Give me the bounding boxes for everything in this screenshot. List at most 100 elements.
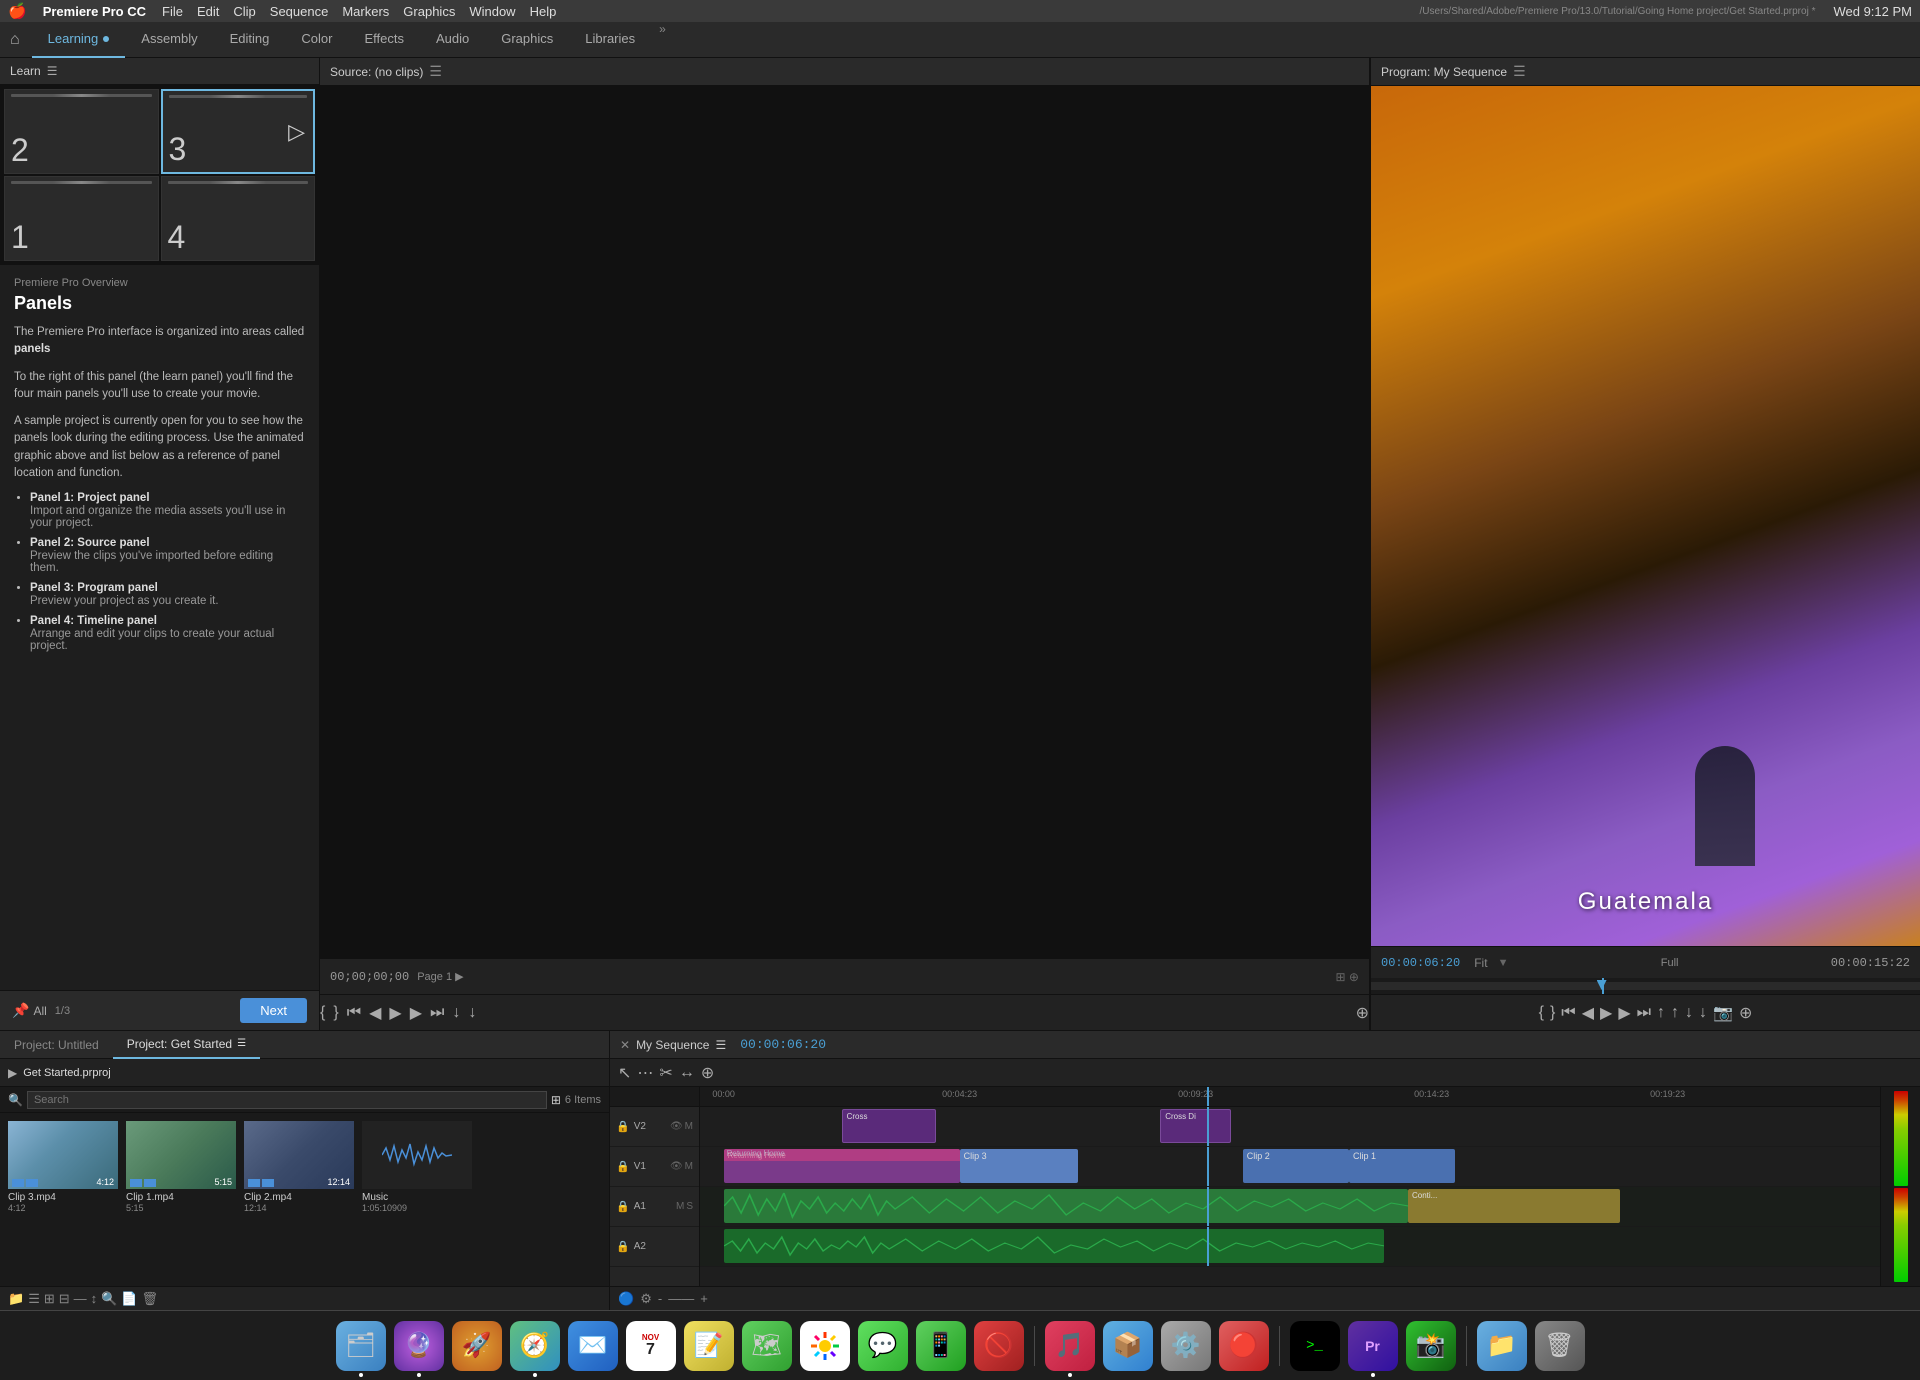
- dock-mail[interactable]: ✉️: [568, 1321, 618, 1371]
- more-tabs-icon[interactable]: »: [659, 22, 666, 58]
- dock-messages[interactable]: 💬: [858, 1321, 908, 1371]
- dock-greenshot[interactable]: 📸: [1406, 1321, 1456, 1371]
- tab-assembly[interactable]: Assembly: [125, 22, 213, 58]
- src-add-btn[interactable]: ⊕: [1356, 1003, 1369, 1023]
- thumb-4[interactable]: 4: [161, 176, 316, 261]
- new-item-icon[interactable]: 📄: [121, 1291, 137, 1307]
- prog-camera[interactable]: 📷: [1713, 1003, 1733, 1023]
- src-insert[interactable]: ↓: [452, 1004, 460, 1022]
- next-button[interactable]: Next: [240, 998, 307, 1023]
- src-overwrite[interactable]: ↓: [468, 1004, 476, 1022]
- dock-launchpad[interactable]: 🚀: [452, 1321, 502, 1371]
- thumb-1[interactable]: 1: [4, 176, 159, 261]
- menu-file[interactable]: File: [162, 4, 183, 19]
- tab-graphics[interactable]: Graphics: [485, 22, 569, 58]
- prog-go-in[interactable]: ⏮: [1561, 1004, 1575, 1022]
- clip-clip2[interactable]: Clip 2: [1243, 1149, 1349, 1183]
- search-filter-icon[interactable]: ⊞: [551, 1093, 561, 1107]
- program-menu-icon[interactable]: ☰: [1513, 63, 1526, 80]
- thumb-2[interactable]: 2: [4, 89, 159, 174]
- dock-facetime[interactable]: 📱: [916, 1321, 966, 1371]
- tab-project-started[interactable]: Project: Get Started ☰: [113, 1031, 260, 1059]
- list-view-icon[interactable]: ☰: [28, 1291, 40, 1307]
- src-go-out[interactable]: ⏭: [430, 1004, 444, 1022]
- menu-help[interactable]: Help: [530, 4, 557, 19]
- source-menu-icon[interactable]: ☰: [429, 63, 442, 80]
- icon-view-icon[interactable]: ⊞: [44, 1291, 55, 1307]
- media-item-clip2[interactable]: 12:14 Clip 2.mp4 12:14: [244, 1121, 354, 1278]
- thumb-3[interactable]: 3 ▷: [161, 89, 316, 174]
- v1-eye[interactable]: 👁: [670, 1161, 683, 1172]
- dock-siri[interactable]: 🔮: [394, 1321, 444, 1371]
- program-scrub[interactable]: [1371, 978, 1920, 994]
- v2-eye[interactable]: 👁: [670, 1121, 683, 1132]
- tab-project-untitled[interactable]: Project: Untitled: [0, 1031, 113, 1059]
- clip-cross1[interactable]: Cross: [842, 1109, 936, 1143]
- tl-add-marker[interactable]: 🔵: [618, 1291, 634, 1307]
- tl-tool-slip[interactable]: ↔: [679, 1064, 695, 1082]
- media-item-clip3[interactable]: 4:12 Clip 3.mp4 4:12: [8, 1121, 118, 1278]
- src-go-in[interactable]: ⏮: [347, 1004, 361, 1022]
- fit-arrow[interactable]: ▼: [1498, 957, 1509, 969]
- clip-cross2[interactable]: Cross Di: [1160, 1109, 1231, 1143]
- tl-zoom-in[interactable]: +: [700, 1291, 708, 1306]
- new-bin-icon[interactable]: 📁: [8, 1291, 24, 1307]
- media-item-music[interactable]: Music 1:05:10909: [362, 1121, 472, 1278]
- menu-clip[interactable]: Clip: [233, 4, 255, 19]
- prog-step-fwd[interactable]: ▶: [1618, 1003, 1630, 1023]
- clip-clip3[interactable]: Clip 3: [960, 1149, 1078, 1183]
- a2-lock[interactable]: 🔒: [616, 1240, 630, 1253]
- dock-trash[interactable]: 🗑: [1535, 1321, 1585, 1371]
- timeline-close-icon[interactable]: ✕: [620, 1038, 630, 1052]
- v2-mute[interactable]: M: [685, 1121, 693, 1132]
- dock-calendar[interactable]: NOV 7: [626, 1321, 676, 1371]
- sort-icon[interactable]: ↕: [91, 1291, 98, 1306]
- prog-mark-out[interactable]: }: [1550, 1004, 1555, 1022]
- dock-sysprefs[interactable]: ⚙️: [1161, 1321, 1211, 1371]
- v2-lock[interactable]: 🔒: [616, 1120, 630, 1133]
- menu-graphics[interactable]: Graphics: [403, 4, 455, 19]
- dock-photos[interactable]: [800, 1321, 850, 1371]
- tab-editing[interactable]: Editing: [214, 22, 286, 58]
- tl-zoom-out[interactable]: -: [658, 1291, 662, 1306]
- delete-icon[interactable]: 🗑: [142, 1291, 159, 1307]
- freeform-icon[interactable]: ⊟: [59, 1291, 70, 1307]
- timeline-menu-icon[interactable]: ☰: [715, 1038, 726, 1052]
- src-step-back[interactable]: ◀: [369, 1003, 381, 1023]
- tab-libraries[interactable]: Libraries: [569, 22, 651, 58]
- dock-safari[interactable]: 🧭: [510, 1321, 560, 1371]
- dock-maps[interactable]: 🗺: [742, 1321, 792, 1371]
- search-icon-footer[interactable]: 🔍: [101, 1291, 117, 1307]
- dock-premiere[interactable]: Pr: [1348, 1321, 1398, 1371]
- src-mark-in[interactable]: {: [320, 1004, 325, 1022]
- menu-markers[interactable]: Markers: [342, 4, 389, 19]
- prog-add-btn[interactable]: ⊕: [1739, 1003, 1752, 1023]
- tl-settings[interactable]: ⚙: [640, 1291, 652, 1307]
- dock-finder2[interactable]: 📁: [1477, 1321, 1527, 1371]
- tab-effects[interactable]: Effects: [348, 22, 420, 58]
- menu-window[interactable]: Window: [469, 4, 515, 19]
- a1-mute[interactable]: M: [676, 1201, 684, 1212]
- menu-edit[interactable]: Edit: [197, 4, 219, 19]
- v1-lock[interactable]: 🔒: [616, 1160, 630, 1173]
- dock-music[interactable]: 🎵: [1045, 1321, 1095, 1371]
- dock-appstore[interactable]: 📦: [1103, 1321, 1153, 1371]
- prog-play[interactable]: ▶: [1600, 1003, 1612, 1023]
- learn-menu-icon[interactable]: ☰: [47, 64, 58, 78]
- menu-sequence[interactable]: Sequence: [270, 4, 329, 19]
- prog-insert[interactable]: ↓: [1685, 1004, 1693, 1022]
- src-mark-out[interactable]: }: [333, 1004, 338, 1022]
- project-folder-icon[interactable]: ▶: [8, 1066, 17, 1080]
- tab-learning[interactable]: Learning: [32, 22, 126, 58]
- home-icon[interactable]: ⌂: [10, 31, 20, 49]
- tab-color[interactable]: Color: [285, 22, 348, 58]
- dock-finder[interactable]: 🗂: [336, 1321, 386, 1371]
- page-arrow[interactable]: ▶: [455, 970, 463, 983]
- prog-extract[interactable]: ↑: [1671, 1004, 1679, 1022]
- search-input[interactable]: [27, 1091, 547, 1109]
- project-menu-icon[interactable]: ☰: [237, 1038, 246, 1049]
- clip-audio-secondary[interactable]: [724, 1229, 1385, 1263]
- clip-audio-main[interactable]: [724, 1189, 1408, 1223]
- prog-mark-in[interactable]: {: [1539, 1004, 1544, 1022]
- dock-notes[interactable]: 📝: [684, 1321, 734, 1371]
